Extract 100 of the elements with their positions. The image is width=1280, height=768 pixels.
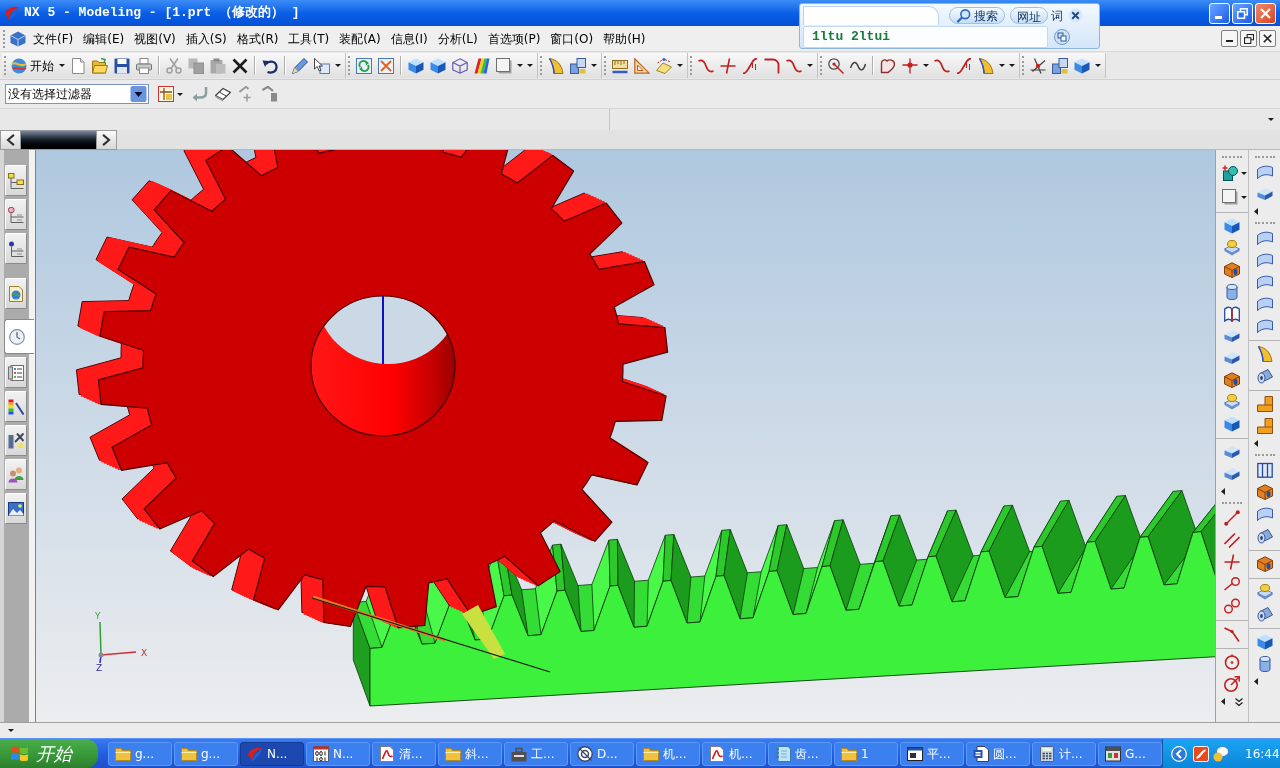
curved-sheet-icon[interactable] [548, 57, 564, 74]
crossing-lines-icon[interactable] [720, 57, 736, 74]
search-button[interactable]: 搜索 [949, 7, 1005, 24]
surface-icon[interactable] [1256, 274, 1273, 290]
caret-left-icon[interactable] [1254, 440, 1258, 447]
slab-icon[interactable] [1224, 328, 1240, 344]
crossing-lines-icon[interactable] [1224, 554, 1240, 570]
menu-item[interactable]: 编辑(E) [78, 28, 130, 49]
double-chevron-icon[interactable] [1235, 697, 1243, 706]
slab-icon[interactable] [1224, 444, 1240, 460]
menu-item[interactable]: 窗口(O) [545, 28, 599, 49]
taskbar-button[interactable]: G... [1098, 741, 1162, 766]
rounded-outline-icon[interactable] [880, 57, 896, 74]
overlap-squares-icon[interactable] [1054, 28, 1070, 45]
two-circles-icon[interactable] [1224, 598, 1240, 614]
s-curve-icon[interactable] [742, 57, 758, 74]
surface-icon[interactable] [1256, 506, 1273, 522]
caret-left-icon[interactable] [1221, 698, 1225, 705]
cube-icon[interactable] [1256, 634, 1273, 650]
caret-icon[interactable] [1240, 171, 1247, 175]
refresh-icon[interactable] [356, 57, 372, 74]
menu-item[interactable]: 首选项(P) [482, 28, 546, 49]
menu-item[interactable]: 帮助(H) [598, 28, 651, 49]
dimension-icon[interactable] [656, 57, 672, 74]
line-circle-icon[interactable] [1224, 576, 1240, 592]
taskbar-button[interactable]: 机... [702, 741, 766, 766]
color-bands-icon[interactable] [474, 57, 490, 74]
taskbar-button[interactable]: N... [306, 741, 370, 766]
hollow-block-icon[interactable] [1224, 262, 1240, 278]
taskbar-button[interactable]: D... [570, 741, 634, 766]
chat-bubble-icon[interactable] [1213, 745, 1229, 762]
caret-icon[interactable] [807, 64, 813, 67]
pencil-icon[interactable] [292, 57, 308, 74]
square-icon[interactable] [1221, 189, 1238, 205]
open-book-icon[interactable] [1224, 306, 1240, 322]
disc-icon[interactable] [1224, 394, 1240, 410]
wireframe-cube-icon[interactable] [452, 57, 468, 74]
curved-sheet-icon[interactable] [1256, 346, 1273, 362]
restore-button[interactable] [1240, 30, 1257, 47]
selection-filter-dropdown[interactable]: 没有选择过滤器 [5, 84, 149, 104]
s-curve-icon[interactable] [956, 57, 972, 74]
caret-icon[interactable] [591, 64, 597, 67]
cross-box-icon[interactable] [378, 57, 394, 74]
cube-icon[interactable] [1224, 416, 1240, 432]
taskbar-button[interactable]: 机... [636, 741, 700, 766]
cube-icon[interactable] [1074, 57, 1090, 74]
taskbar-button[interactable]: 齿... [768, 741, 832, 766]
menu-item[interactable]: 装配(A) [334, 28, 386, 49]
menu-item[interactable]: 工具(T) [283, 28, 335, 49]
surface-icon[interactable] [1256, 318, 1273, 334]
cylinder-icon[interactable] [1224, 284, 1240, 300]
cross-dot-icon[interactable] [902, 57, 918, 74]
start-button[interactable]: 开始 [9, 54, 67, 77]
caret-icon[interactable] [1268, 118, 1274, 121]
caret-icon[interactable] [8, 729, 14, 732]
curve-icon[interactable] [934, 57, 950, 74]
surface-icon[interactable] [1256, 164, 1273, 180]
circle-line-icon[interactable] [828, 57, 844, 74]
app-tile-icon[interactable] [1193, 745, 1209, 762]
scroll-left-button[interactable] [0, 130, 21, 150]
start-button[interactable]: 开始 [0, 739, 98, 768]
menu-item[interactable]: 信息(I) [385, 28, 433, 49]
cube-icon[interactable] [408, 57, 424, 74]
taskbar-button[interactable]: g... [174, 741, 238, 766]
taskbar-button[interactable]: g... [108, 741, 172, 766]
eraser-icon[interactable] [215, 86, 231, 102]
curved-sheet-icon[interactable] [978, 57, 994, 74]
parallel-lines-icon[interactable] [1224, 532, 1240, 548]
close-icon[interactable] [1068, 8, 1083, 23]
tube-icon[interactable] [1256, 606, 1273, 622]
tube-icon[interactable] [1256, 528, 1273, 544]
curve-icon[interactable] [786, 57, 802, 74]
polyline-icon[interactable] [1224, 626, 1240, 642]
caret-left-icon[interactable] [1254, 678, 1258, 685]
caret-icon[interactable] [923, 64, 929, 67]
tab-scroll-thumb[interactable] [21, 130, 96, 150]
x-mark-icon[interactable] [232, 57, 248, 74]
circle-icon[interactable] [1224, 654, 1240, 670]
axes-icon[interactable] [1030, 57, 1046, 74]
taskbar-button[interactable]: 圆... [966, 741, 1030, 766]
caret-icon[interactable] [59, 64, 65, 67]
crosshair-box-icon[interactable] [158, 86, 174, 102]
undo-icon[interactable] [262, 57, 278, 74]
surface-icon[interactable] [1256, 252, 1273, 268]
surface-icon[interactable] [1256, 230, 1273, 246]
slab-icon[interactable] [1224, 466, 1240, 482]
taskbar-button[interactable]: 工... [504, 741, 568, 766]
cube-icon[interactable] [10, 30, 26, 47]
caret-icon[interactable] [1095, 64, 1101, 67]
hollow-block-icon[interactable] [1256, 484, 1273, 500]
minimize-button[interactable] [1221, 30, 1238, 47]
document-icon[interactable] [70, 57, 86, 74]
hollow-block-icon[interactable] [1256, 556, 1273, 572]
menu-item[interactable]: 插入(S) [180, 28, 232, 49]
taskbar-button[interactable]: 清... [372, 741, 436, 766]
caret-icon[interactable] [177, 92, 183, 96]
slab-icon[interactable] [1256, 186, 1273, 202]
word-button[interactable]: 词 [1048, 7, 1066, 24]
l-block-icon[interactable] [1256, 396, 1273, 412]
chevron-left-icon[interactable] [1171, 745, 1187, 762]
